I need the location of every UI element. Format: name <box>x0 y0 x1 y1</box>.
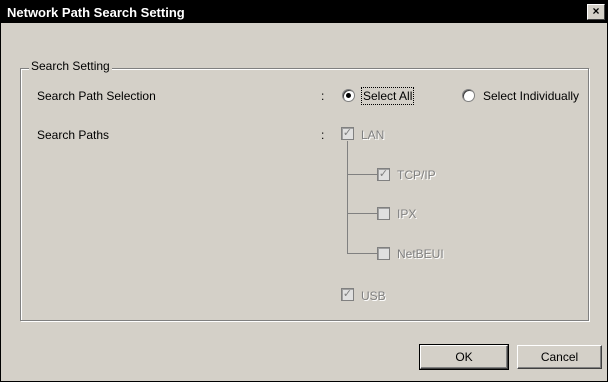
ipx-label: IPX <box>397 207 417 221</box>
search-path-selection-colon: : <box>321 89 325 103</box>
select-individually-radio[interactable] <box>462 89 475 102</box>
dialog-title: Network Path Search Setting <box>7 5 185 20</box>
tcpip-label: TCP/IP <box>397 168 436 182</box>
close-button[interactable]: × <box>587 4 605 20</box>
cancel-button[interactable]: Cancel <box>517 345 602 369</box>
tree-branch-ipx <box>347 213 377 214</box>
tcpip-checkbox[interactable]: ✓ <box>377 168 390 181</box>
search-setting-group <box>20 68 589 321</box>
usb-label: USB <box>361 289 386 303</box>
usb-checkbox[interactable]: ✓ <box>341 288 354 301</box>
search-setting-legend: Search Setting <box>29 59 112 73</box>
check-icon: ✓ <box>342 288 353 300</box>
radio-selected-dot <box>346 93 351 98</box>
netbeui-checkbox[interactable] <box>377 247 390 260</box>
search-path-selection-label: Search Path Selection <box>37 89 156 103</box>
netbeui-label: NetBEUI <box>397 247 444 261</box>
close-icon: × <box>592 4 600 18</box>
tree-branch-netbeui <box>347 253 377 254</box>
tree-branch-tcpip <box>347 174 377 175</box>
lan-label: LAN <box>361 128 385 142</box>
check-icon: ✓ <box>342 127 353 139</box>
select-all-label[interactable]: Select All <box>360 87 415 105</box>
title-bar[interactable]: Network Path Search Setting × <box>1 1 607 23</box>
dialog-window: Network Path Search Setting × Search Set… <box>0 0 608 382</box>
ok-button[interactable]: OK <box>419 344 509 370</box>
search-paths-colon: : <box>321 128 325 142</box>
select-all-radio[interactable] <box>342 89 355 102</box>
select-individually-label[interactable]: Select Individually <box>483 89 579 103</box>
ipx-checkbox[interactable] <box>377 207 390 220</box>
tree-vertical-line <box>347 141 348 253</box>
search-paths-label: Search Paths <box>37 128 110 142</box>
lan-checkbox[interactable]: ✓ <box>341 127 354 140</box>
check-icon: ✓ <box>378 168 389 180</box>
